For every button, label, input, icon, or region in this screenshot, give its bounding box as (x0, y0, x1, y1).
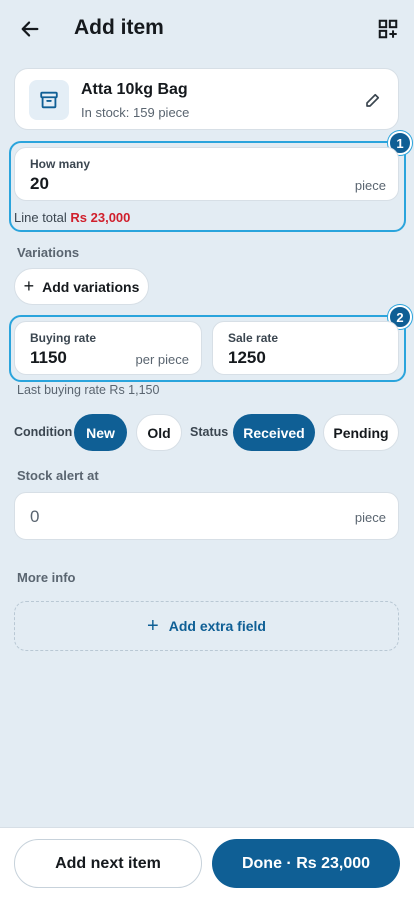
add-variations-button[interactable]: + Add variations (14, 268, 149, 305)
condition-label: Condition (14, 425, 73, 439)
item-card: Atta 10kg Bag In stock: 159 piece (14, 68, 399, 130)
plus-icon: + (23, 276, 35, 296)
quantity-unit: piece (354, 178, 386, 193)
add-variations-label: Add variations (42, 278, 140, 295)
line-total-amount: Rs 23,000 (70, 210, 131, 225)
quantity-label: How many (30, 157, 91, 171)
add-extra-field-button[interactable]: + Add extra field (14, 601, 399, 651)
item-name: Atta 10kg Bag (81, 81, 188, 98)
arrow-left-icon (21, 21, 39, 37)
stock-alert-label: Stock alert at (17, 468, 99, 483)
qr-add-icon (378, 19, 398, 39)
add-extra-field-label: Add extra field (168, 618, 266, 634)
quantity-value[interactable]: 20 (30, 174, 49, 194)
buying-rate-field[interactable]: Buying rate 1150 per piece (14, 321, 202, 375)
stock-alert-value[interactable]: 0 (30, 507, 39, 527)
condition-old-chip[interactable]: Old (136, 414, 182, 451)
condition-new-chip[interactable]: New (74, 414, 127, 451)
add-next-item-button[interactable]: Add next item (14, 839, 202, 888)
archive-box-icon (29, 80, 69, 120)
status-pending-chip[interactable]: Pending (323, 414, 399, 451)
sale-rate-field[interactable]: Sale rate 1250 (212, 321, 399, 375)
buying-rate-value[interactable]: 1150 (30, 348, 67, 368)
quantity-field[interactable]: How many 20 piece (14, 147, 399, 201)
page-title: Add item (74, 16, 164, 39)
buying-rate-label: Buying rate (30, 331, 97, 345)
stock-alert-field[interactable]: 0 piece (14, 492, 399, 540)
item-stock: In stock: 159 piece (81, 105, 190, 120)
edit-item-button[interactable] (362, 89, 384, 111)
sale-rate-label: Sale rate (228, 331, 279, 345)
back-button[interactable] (14, 12, 46, 46)
variations-label: Variations (17, 245, 80, 260)
last-buying-rate: Last buying rate Rs 1,150 (17, 383, 160, 397)
sale-rate-value[interactable]: 1250 (228, 348, 266, 368)
qr-add-button[interactable] (374, 14, 402, 44)
status-label: Status (190, 425, 229, 439)
plus-icon: + (147, 614, 159, 637)
line-total: Line total Rs 23,000 (14, 210, 130, 225)
app-header: Add item (0, 0, 414, 60)
status-received-chip[interactable]: Received (233, 414, 315, 451)
pencil-icon (366, 93, 380, 107)
stock-alert-unit: piece (354, 510, 386, 525)
more-info-label: More info (17, 570, 76, 585)
footer-bar: Add next item Done · Rs 23,000 (0, 827, 414, 900)
done-button[interactable]: Done · Rs 23,000 (212, 839, 400, 888)
buying-rate-unit: per piece (135, 352, 189, 367)
line-total-label: Line total (14, 210, 67, 225)
